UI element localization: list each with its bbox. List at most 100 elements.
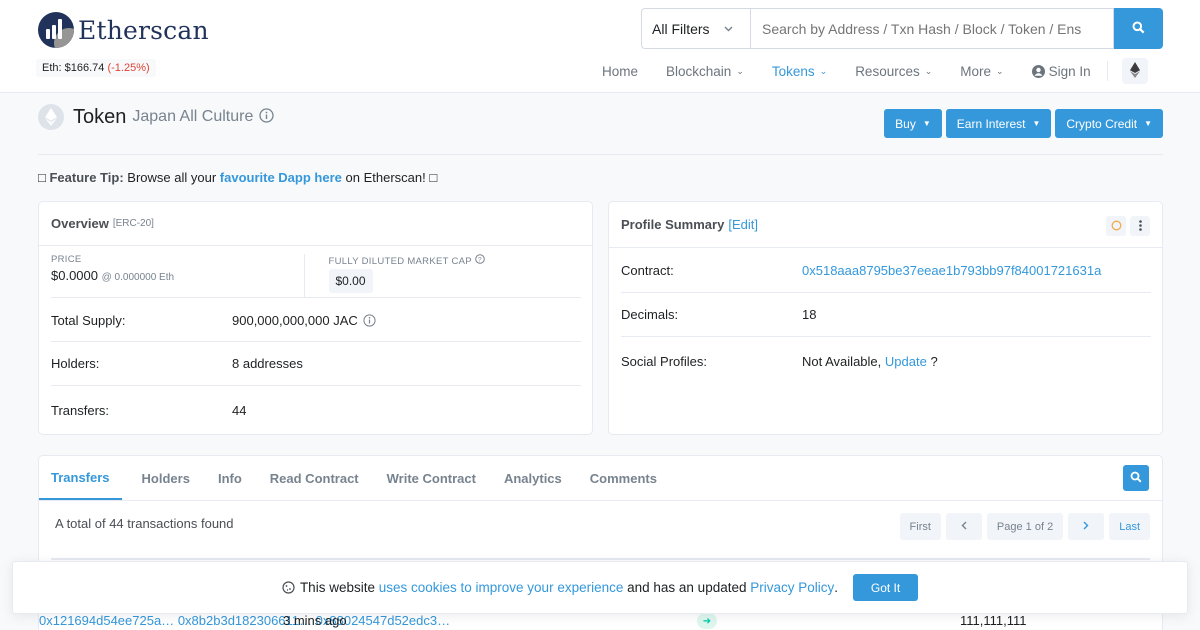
page-indicator: Page 1 of 2 (986, 513, 1064, 540)
overview-title: Overview (51, 216, 109, 231)
nav-more[interactable]: More ⌄ (946, 64, 1017, 79)
earn-interest-button[interactable]: Earn Interest ▼ (945, 109, 1052, 138)
nav-blockchain[interactable]: Blockchain ⌄ (652, 64, 758, 79)
help-icon[interactable]: ? (474, 254, 485, 267)
prev-page-button[interactable] (945, 513, 982, 540)
tab-write-contract[interactable]: Write Contract (373, 456, 490, 500)
market-cap-label: FULLY DILUTED MARKET CAP (328, 256, 472, 267)
crypto-credit-label: Crypto Credit (1066, 116, 1138, 131)
nav-sign-in[interactable]: Sign In (1018, 64, 1105, 79)
tip-icon: □ (38, 170, 46, 185)
profile-summary-header: Profile Summary [Edit] (609, 202, 1162, 248)
edit-profile-link[interactable]: [Edit] (728, 217, 758, 232)
tab-info[interactable]: Info (204, 456, 256, 500)
token-standard: [ERC-20] (112, 218, 154, 229)
chevron-down-icon (724, 23, 733, 35)
social-not-available: Not Available, (802, 354, 882, 369)
logo-icon (38, 12, 74, 48)
holders-label: Holders: (51, 356, 100, 371)
search-input[interactable] (750, 8, 1114, 49)
chevron-left-icon (961, 521, 967, 533)
page-title: Token Japan All Culture (38, 104, 274, 130)
decimals-label: Decimals: (621, 307, 679, 322)
nav-home[interactable]: Home (588, 64, 652, 79)
privacy-policy-link[interactable]: Privacy Policy (750, 580, 834, 595)
more-options-button[interactable] (1130, 216, 1150, 236)
nav-resources[interactable]: Resources ⌄ (841, 64, 946, 79)
nav-home-label: Home (602, 63, 639, 79)
chevron-down-icon: ⌄ (924, 65, 933, 76)
tab-bar: Transfers Holders Info Read Contract Wri… (39, 456, 671, 500)
txn-hash-link[interactable]: 0x121694d54ee725a… (39, 613, 174, 628)
transfers-row: Transfers: 44 (51, 385, 581, 435)
contract-address-link[interactable]: 0x518aaa8795be37eeae1b793bb97f8400172163… (802, 263, 1101, 278)
chevron-right-icon (1083, 521, 1089, 533)
decimals-value: 18 (802, 307, 817, 322)
brand-logo[interactable]: Etherscan (38, 12, 209, 48)
pagination: First Page 1 of 2 Last (899, 513, 1150, 540)
eth-price-badge: Eth: $166.74 (-1.25%) (36, 59, 156, 77)
contract-row: Contract: 0x518aaa8795be37eeae1b793bb97f… (621, 248, 1151, 292)
txn-age: 3 mins ago (283, 613, 347, 628)
tab-holders[interactable]: Holders (122, 456, 204, 500)
search-filter-select[interactable]: All Filters (641, 8, 750, 49)
update-social-link[interactable]: Update (885, 354, 927, 369)
cookie-banner: This website uses cookies to improve you… (12, 561, 1188, 614)
tab-transfers[interactable]: Transfers (39, 456, 122, 500)
next-page-button[interactable] (1068, 513, 1105, 540)
buy-button[interactable]: Buy ▼ (884, 109, 942, 138)
main-nav: Home Blockchain ⌄ Tokens ⌄ Resources ⌄ More… (588, 58, 1148, 84)
info-icon[interactable] (363, 313, 376, 327)
action-buttons: Buy ▼ Earn Interest ▼ Crypto Credit ▼ (884, 109, 1163, 138)
chevron-down-icon: ▼ (1144, 119, 1152, 128)
transactions-count: A total of 44 transactions found (55, 516, 234, 531)
crypto-credit-button[interactable]: Crypto Credit ▼ (1055, 109, 1163, 138)
cookie-text-3: . (834, 580, 839, 595)
contract-label: Contract: (621, 262, 674, 278)
info-icon[interactable] (259, 108, 274, 126)
nav-tokens[interactable]: Tokens ⌄ (758, 64, 841, 79)
chevron-down-icon: ⌄ (819, 65, 828, 76)
decimals-row: Decimals: 18 (621, 292, 1151, 336)
price-section: PRICE $0.0000 @ 0.000000 Eth FULLY DILUT… (51, 254, 581, 298)
tip-dapp-link[interactable]: favourite Dapp here (220, 170, 342, 185)
price-eth: @ 0.000000 Eth (101, 272, 175, 283)
social-profiles-row: Social Profiles: Not Available, Update ? (621, 336, 1151, 386)
chevron-down-icon: ▼ (1032, 119, 1041, 128)
tab-read-contract[interactable]: Read Contract (256, 456, 373, 500)
transfers-value: 44 (232, 403, 247, 418)
total-supply-value-wrap: 900,000,000,000 JAC (232, 313, 376, 328)
profile-summary-card: Profile Summary [Edit] Contract: 0x518aa… (608, 201, 1163, 435)
overview-card: Overview [ERC-20] PRICE $0.0000 @ 0.0000… (38, 201, 593, 435)
reputation-button[interactable] (1106, 216, 1126, 236)
tab-comments[interactable]: Comments (576, 456, 671, 500)
first-page-button[interactable]: First (899, 513, 941, 540)
table-header-divider (51, 558, 1150, 560)
profile-summary-title: Profile Summary (621, 217, 725, 232)
last-page-button[interactable]: Last (1109, 513, 1150, 540)
market-cap-value: $0.00 (328, 269, 373, 293)
search-button[interactable] (1114, 8, 1163, 49)
arrow-right-icon: ➜ (697, 613, 717, 629)
token-name: Japan All Culture (132, 108, 254, 125)
network-switch-button[interactable] (1121, 58, 1148, 84)
nav-blockchain-label: Blockchain (666, 63, 732, 79)
cookie-text-2: and has an updated (627, 580, 747, 595)
nav-more-label: More (960, 63, 992, 79)
chevron-down-icon: ⌄ (996, 65, 1004, 76)
social-profiles-label: Social Profiles: (621, 354, 707, 369)
nav-divider (1106, 61, 1108, 81)
total-supply-label: Total Supply: (51, 312, 126, 328)
brand-name: Etherscan (78, 15, 209, 45)
filter-search-button[interactable] (1123, 465, 1149, 491)
tip-text-2: on Etherscan! (345, 170, 426, 185)
tab-analytics[interactable]: Analytics (490, 456, 576, 500)
reputation-circle-icon (1111, 219, 1122, 234)
holders-value: 8 addresses (232, 356, 303, 371)
got-it-button[interactable]: Got It (853, 574, 919, 601)
cookie-policy-link[interactable]: uses cookies to improve your experience (379, 580, 624, 595)
nav-resources-label: Resources (855, 63, 920, 79)
overview-header: Overview [ERC-20] (39, 202, 592, 246)
txn-quantity: 111,111,111 (960, 613, 1027, 628)
buy-button-label: Buy (895, 116, 916, 131)
